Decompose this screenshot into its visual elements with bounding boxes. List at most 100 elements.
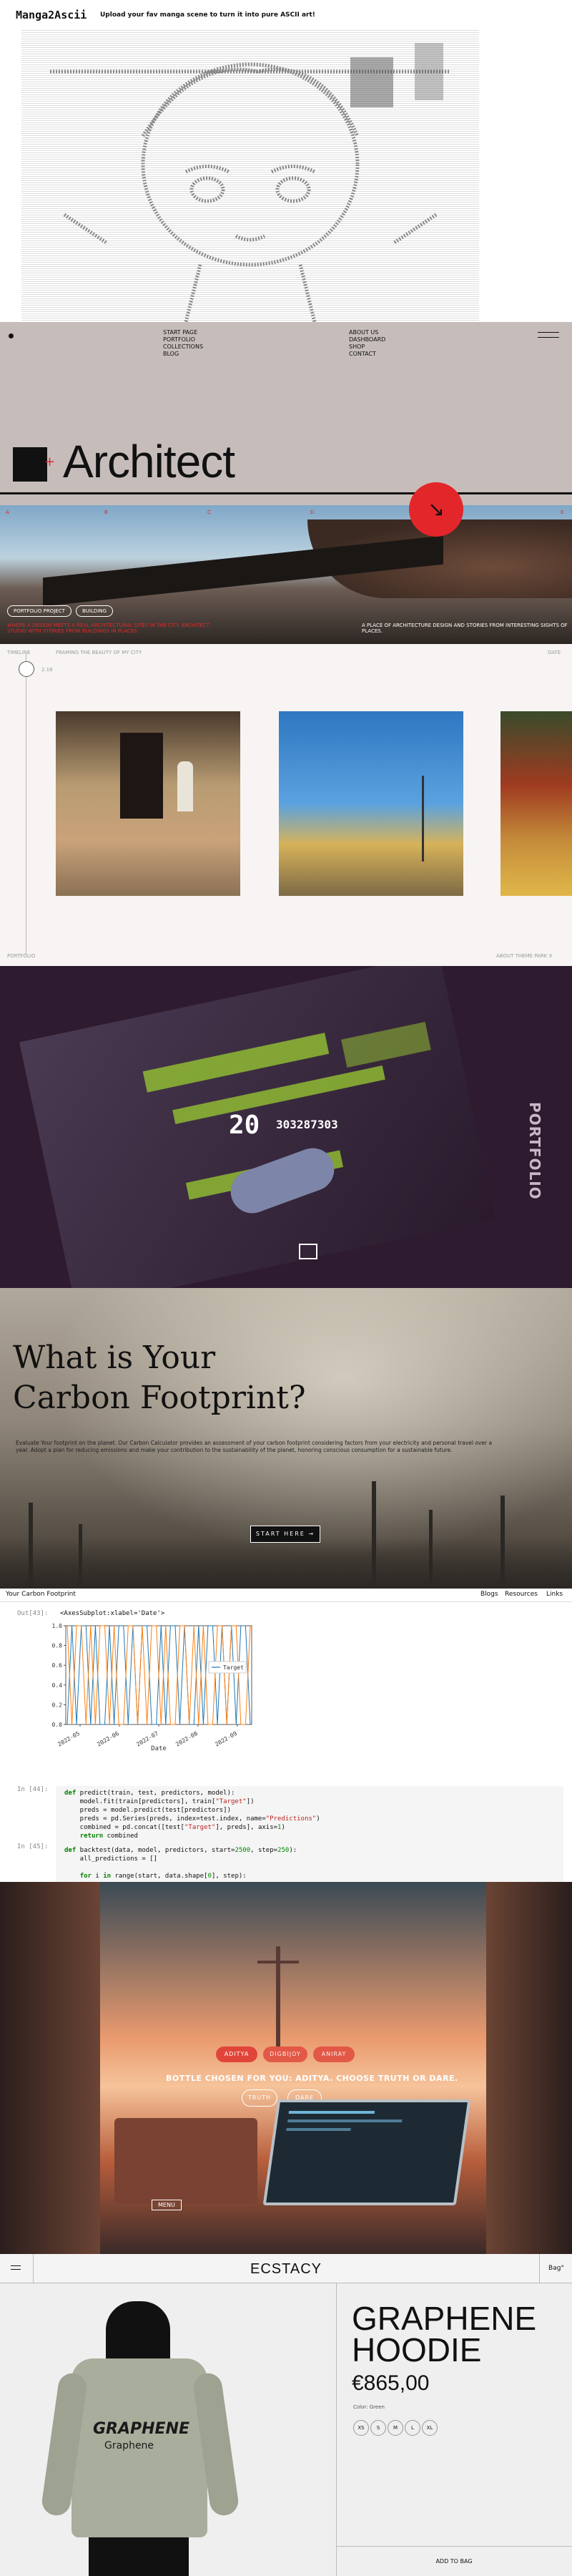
logo-dot[interactable] xyxy=(9,333,14,338)
player-button-digbijoy[interactable]: DIGBIJOY xyxy=(263,2046,307,2062)
nav-link[interactable]: BLOG xyxy=(163,351,203,358)
carbon-description: Evaluate Your footprint on the planet. O… xyxy=(16,1440,493,1453)
header-link[interactable]: Blogs xyxy=(480,1591,498,1598)
hamburger-menu-icon[interactable] xyxy=(538,332,559,338)
marker-label: C xyxy=(207,509,211,515)
size-option[interactable]: M xyxy=(388,2420,403,2436)
tag-pill[interactable]: PORTFOLIO PROJECT xyxy=(7,605,72,617)
date-label: DATE xyxy=(548,650,561,655)
y-tick-label: 0.0 xyxy=(52,1722,63,1728)
marker-label: A xyxy=(6,509,9,515)
gallery-photo-street[interactable] xyxy=(500,711,572,896)
white-caption: A PLACE OF ARCHITECTURE DESIGN AND STORI… xyxy=(362,623,568,634)
manga2ascii-section: Manga2Ascii Upload your fav manga scene … xyxy=(0,0,572,322)
code-cell[interactable]: def backtest(data, model, predictors, st… xyxy=(56,1843,563,1882)
code-cell[interactable]: def predict(train, test, predictors, mod… xyxy=(56,1786,563,1843)
x-axis-label: Date xyxy=(151,1745,167,1752)
camera-icon[interactable] xyxy=(299,1244,317,1259)
shop-brand[interactable]: ECSTACY xyxy=(0,2261,572,2278)
cell-prompt: In [44]: xyxy=(17,1786,49,1793)
size-option[interactable]: XS xyxy=(353,2420,369,2436)
nav-link[interactable]: SHOP xyxy=(349,343,385,351)
gallery-photo-doorway[interactable] xyxy=(56,711,240,896)
hoodie-product-image: GRAPHENE Graphene xyxy=(40,2294,279,2576)
start-here-button[interactable]: START HERE → xyxy=(250,1526,320,1543)
timeline-marker: 2.16 xyxy=(41,667,53,673)
marker-label: B xyxy=(104,509,108,515)
marker-label: E xyxy=(561,509,564,515)
bag-link[interactable]: Bag° xyxy=(539,2254,572,2283)
notebook-header: Your Carbon Footprint Blogs Resources Li… xyxy=(0,1589,572,1602)
nav-link[interactable]: ABOUT US xyxy=(349,329,385,336)
player-button-aditya[interactable]: ADITYA xyxy=(216,2046,257,2062)
ecstacy-shop-section: ECSTACY Bag° GRAPHENE Graphene GRAPHENE H… xyxy=(0,2254,572,2576)
x-tick-label: 2022-05 xyxy=(56,1730,81,1748)
game-prompt: BOTTLE CHOSEN FOR YOU: ADITYA. CHOOSE TR… xyxy=(166,2074,458,2083)
size-option[interactable]: XL xyxy=(422,2420,438,2436)
y-tick-label: 0.6 xyxy=(52,1662,63,1669)
add-to-bag-button[interactable]: ADD TO BAG xyxy=(336,2546,572,2576)
size-option[interactable]: S xyxy=(370,2420,386,2436)
manga2ascii-tagline: Upload your fav manga scene to turn it i… xyxy=(100,11,315,19)
product-price: €865,00 xyxy=(352,2371,430,2395)
theme-park-label: ABOUT THEME PARK X xyxy=(496,953,553,959)
hoodie-print-sub: Graphene xyxy=(104,2440,154,2451)
vertical-label: PORTFOLIO xyxy=(526,1102,543,1200)
carbon-footprint-section: What is Your Carbon Footprint? Evaluate Y… xyxy=(0,1288,572,1589)
cell-prompt: Out[43]: xyxy=(17,1610,49,1617)
size-option[interactable]: L xyxy=(405,2420,420,2436)
y-tick-label: 1.0 xyxy=(52,1623,63,1629)
tag-pill[interactable]: BUILDING xyxy=(76,605,114,617)
red-caption: WHERE A DESIGN MEETS A REAL ARCHITECTURA… xyxy=(7,623,209,634)
counter-digits: 303287303 xyxy=(276,1118,338,1131)
logo-square xyxy=(13,447,47,482)
line-chart: 0.00.20.40.60.81.02022-05 2022-06 2022-07 2… xyxy=(52,1623,252,1752)
truth-or-dare-section: ADITYA DIGBIJOY ANIRAY BOTTLE CHOSEN FOR… xyxy=(0,1882,572,2254)
nav-link[interactable]: DASHBOARD xyxy=(349,336,385,343)
ascii-art-image xyxy=(21,29,479,322)
shop-header: ECSTACY Bag° xyxy=(0,2254,572,2283)
x-tick-label: 2022-08 xyxy=(174,1730,199,1748)
x-tick-label: 2022-06 xyxy=(96,1730,120,1748)
player-button-aniray[interactable]: ANIRAY xyxy=(313,2046,355,2062)
nav-column-2: ABOUT US DASHBOARD SHOP CONTACT xyxy=(349,329,385,358)
page-title: Architect xyxy=(63,436,235,487)
carbon-title: What is Your Carbon Footprint? xyxy=(13,1340,306,1416)
pixel-art-section: 20 303287303 PORTFOLIO xyxy=(0,966,572,1288)
arrow-down-right-icon[interactable]: ↘ xyxy=(409,482,463,537)
y-tick-label: 0.2 xyxy=(52,1702,63,1708)
gallery-photo-rooftop[interactable] xyxy=(279,711,463,896)
divider xyxy=(336,2283,337,2576)
architect-section: START PAGE PORTFOLIO COLLECTIONS BLOG AB… xyxy=(0,322,572,644)
notebook-section: Your Carbon Footprint Blogs Resources Li… xyxy=(0,1589,572,1882)
cell-output: <AxesSubplot:xlabel='Date'> xyxy=(60,1610,165,1617)
nav-link[interactable]: PORTFOLIO xyxy=(163,336,203,343)
legend-label: Target xyxy=(223,1664,244,1671)
color-label: Color: Green xyxy=(353,2404,385,2410)
divider xyxy=(0,492,572,494)
timeline-heading: FRAMING THE BEAUTY OF MY CITY xyxy=(56,650,142,655)
nav-column-1: START PAGE PORTFOLIO COLLECTIONS BLOG xyxy=(163,329,203,358)
product-name: GRAPHENE HOODIE xyxy=(352,2300,537,2368)
header-link[interactable]: Resources xyxy=(505,1591,538,1598)
notebook-title[interactable]: Your Carbon Footprint xyxy=(6,1591,76,1598)
laptop-illustration xyxy=(262,2099,471,2205)
timeline-handle[interactable] xyxy=(19,661,34,677)
nav-link[interactable]: START PAGE xyxy=(163,329,203,336)
timeline-section: TIMELINE FRAMING THE BEAUTY OF MY CITY D… xyxy=(0,644,572,966)
header-link[interactable]: Links xyxy=(546,1591,563,1598)
plus-icon: + xyxy=(44,454,56,469)
y-tick-label: 0.8 xyxy=(52,1643,63,1649)
x-tick-label: 2022-09 xyxy=(214,1730,238,1748)
timeline-label: TIMELINE xyxy=(7,650,31,655)
nav-link[interactable]: COLLECTIONS xyxy=(163,343,203,351)
menu-button[interactable]: MENU xyxy=(152,2200,182,2210)
truth-button[interactable]: TRUTH xyxy=(242,2089,277,2107)
portfolio-label: PORTFOLIO xyxy=(7,953,36,959)
cell-prompt: In [45]: xyxy=(17,1843,49,1850)
hoodie-print: GRAPHENE xyxy=(93,2420,190,2438)
y-tick-label: 0.4 xyxy=(52,1682,63,1689)
manga2ascii-logo[interactable]: Manga2Ascii xyxy=(16,9,87,21)
marker-label: D xyxy=(310,509,315,515)
nav-link[interactable]: CONTACT xyxy=(349,351,385,358)
